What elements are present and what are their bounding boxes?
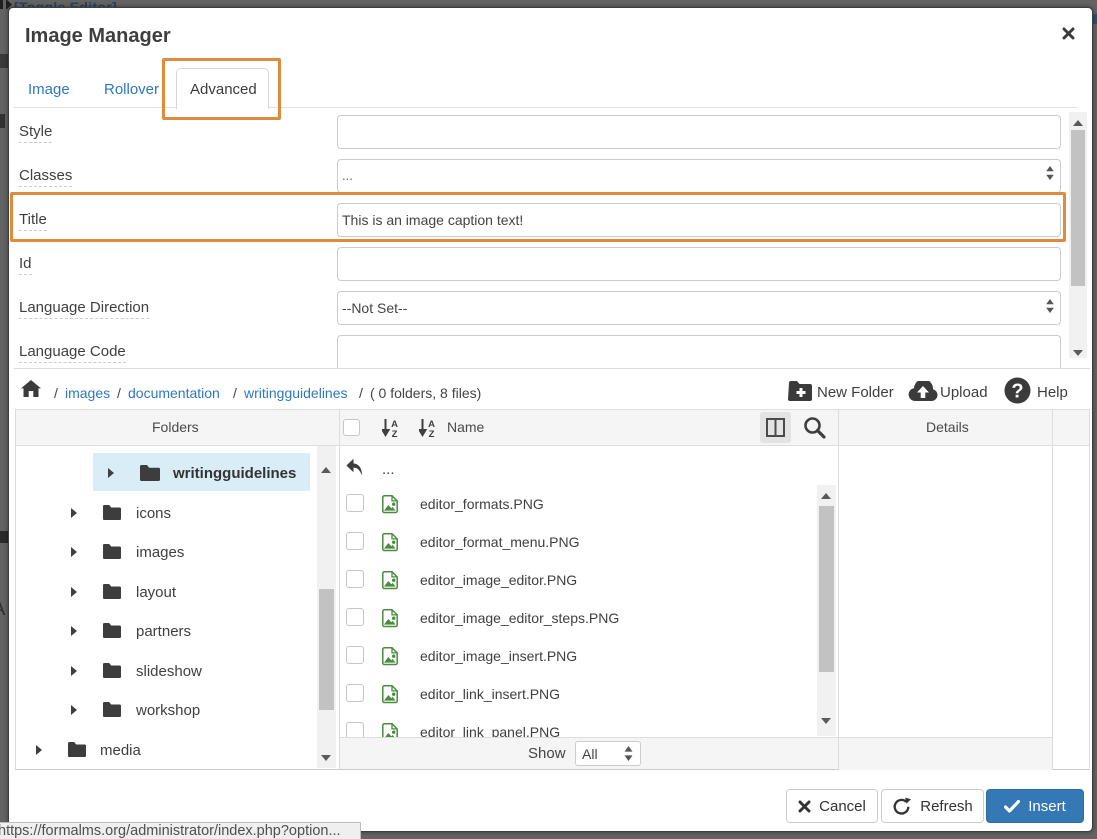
svg-text:?: ? [1011,381,1023,403]
svg-text:Z: Z [392,429,398,438]
svg-text:Z: Z [429,429,435,438]
